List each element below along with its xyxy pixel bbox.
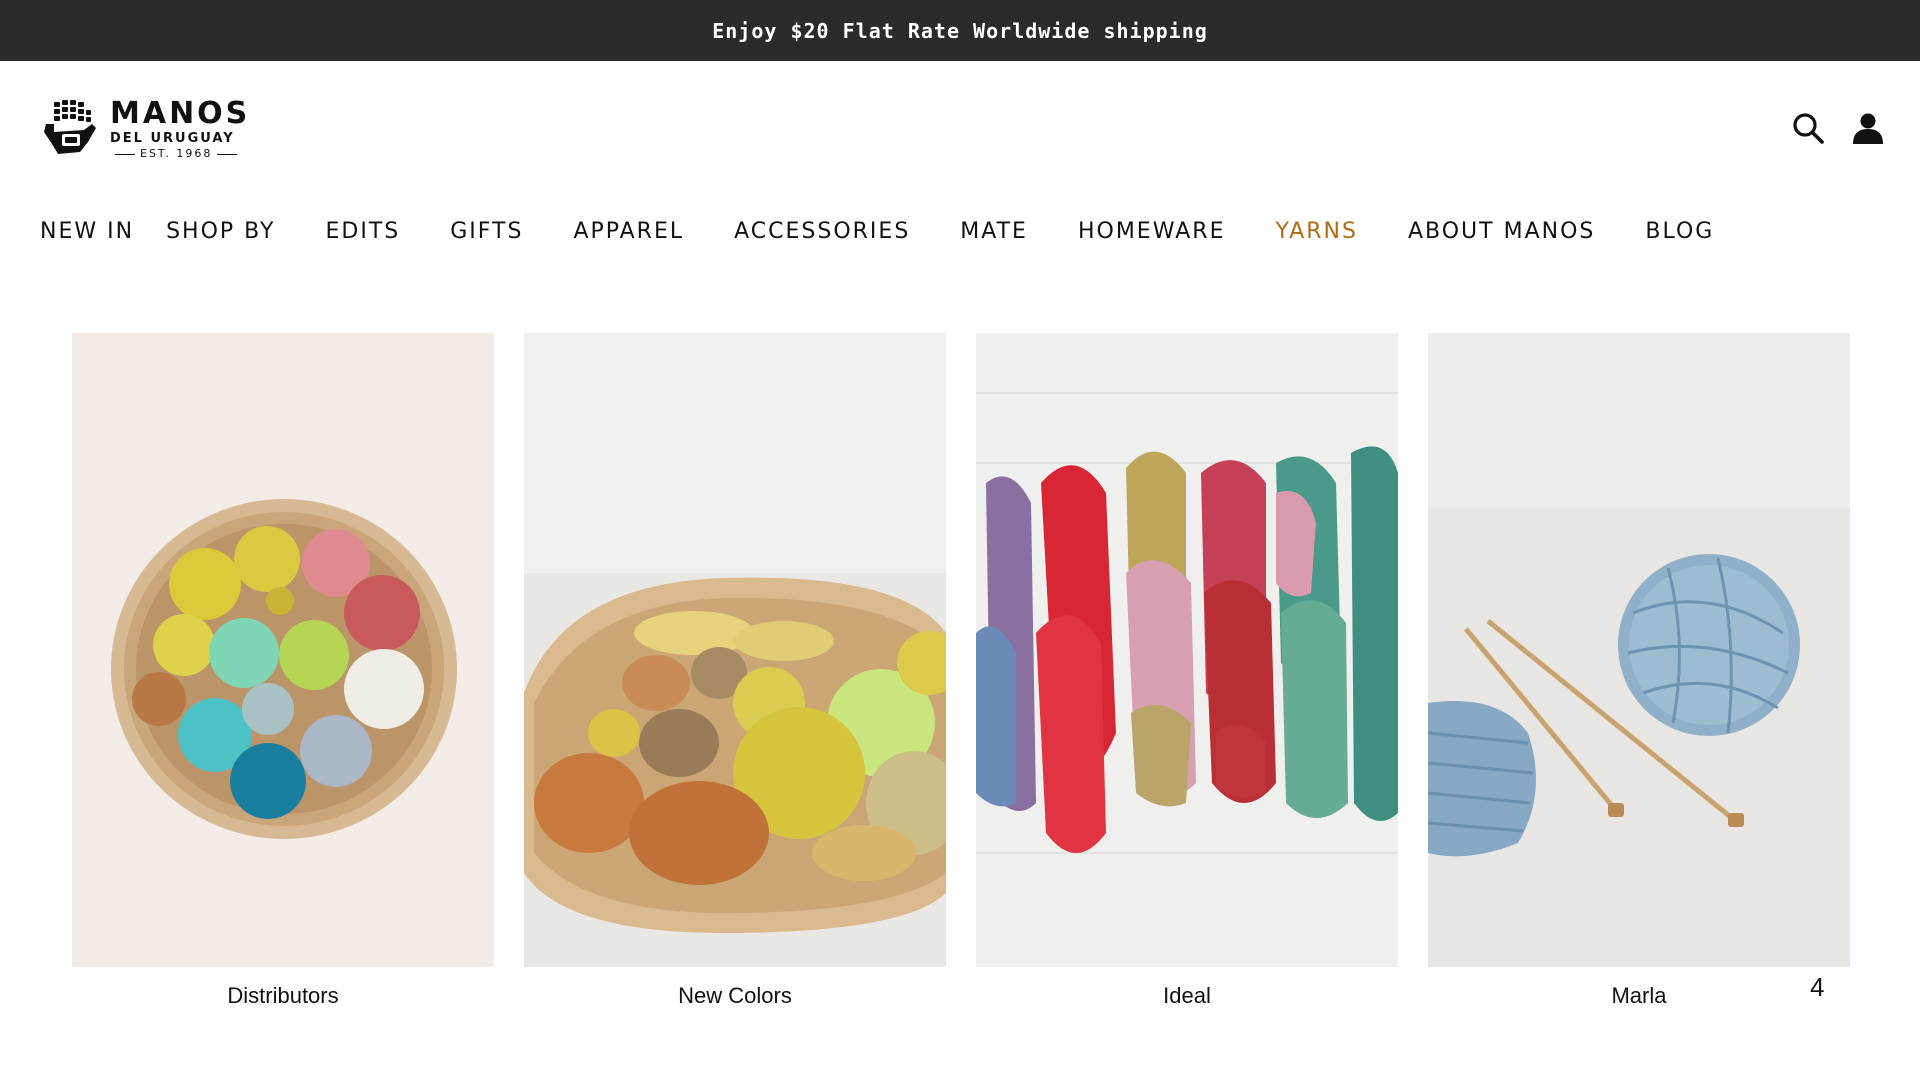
card-label-distributors[interactable]: Distributors <box>72 983 494 1009</box>
category-grid: Distributors New Colors Ideal Marla <box>72 333 1850 1009</box>
logo-established: EST. 1968 <box>110 148 250 159</box>
nav-item-shop-by[interactable]: SHOP BY <box>166 219 275 244</box>
nav-item-new-in[interactable]: NEW IN <box>40 219 134 244</box>
category-card-distributors[interactable]: Distributors <box>72 333 494 1009</box>
nav-item-accessories[interactable]: ACCESSORIES <box>734 219 910 244</box>
nav-item-about-manos[interactable]: ABOUT MANOS <box>1408 219 1595 244</box>
announcement-bar: Enjoy $20 Flat Rate Worldwide shipping <box>0 0 1920 61</box>
category-card-ideal[interactable]: Ideal <box>976 333 1398 1009</box>
search-icon <box>1793 113 1824 144</box>
nav-item-edits[interactable]: EDITS <box>325 219 400 244</box>
card-image-new-colors[interactable] <box>524 333 946 967</box>
card-image-distributors[interactable] <box>72 333 494 967</box>
card-image-ideal[interactable] <box>976 333 1398 967</box>
nav-item-gifts[interactable]: GIFTS <box>450 219 523 244</box>
nav-item-mate[interactable]: MATE <box>960 219 1028 244</box>
card-label-ideal[interactable]: Ideal <box>976 983 1398 1009</box>
category-card-new-colors[interactable]: New Colors <box>524 333 946 1009</box>
nav-item-apparel[interactable]: APPAREL <box>573 219 684 244</box>
search-button[interactable] <box>1790 110 1826 146</box>
card-image-marla[interactable] <box>1428 333 1850 967</box>
main-navigation: NEW IN SHOP BY EDITS GIFTS APPAREL ACCES… <box>40 213 1714 249</box>
category-card-marla[interactable]: Marla <box>1428 333 1850 1009</box>
card-label-marla[interactable]: Marla <box>1428 983 1850 1009</box>
site-logo[interactable]: MANOS DEL URUGUAY EST. 1968 <box>40 94 247 164</box>
page-indicator: 4 <box>1810 972 1825 1002</box>
account-icon <box>1853 113 1883 144</box>
nav-item-homeware[interactable]: HOMEWARE <box>1078 219 1226 244</box>
card-label-new-colors[interactable]: New Colors <box>524 983 946 1009</box>
nav-item-blog[interactable]: BLOG <box>1645 219 1714 244</box>
nav-item-yarns[interactable]: YARNS <box>1275 219 1358 244</box>
logo-wordmark: MANOS <box>110 96 251 131</box>
logo-subtitle: DEL URUGUAY <box>110 131 235 146</box>
announcement-text: Enjoy $20 Flat Rate Worldwide shipping <box>712 18 1208 43</box>
account-button[interactable] <box>1850 110 1886 146</box>
hand-logo-icon <box>44 100 96 154</box>
